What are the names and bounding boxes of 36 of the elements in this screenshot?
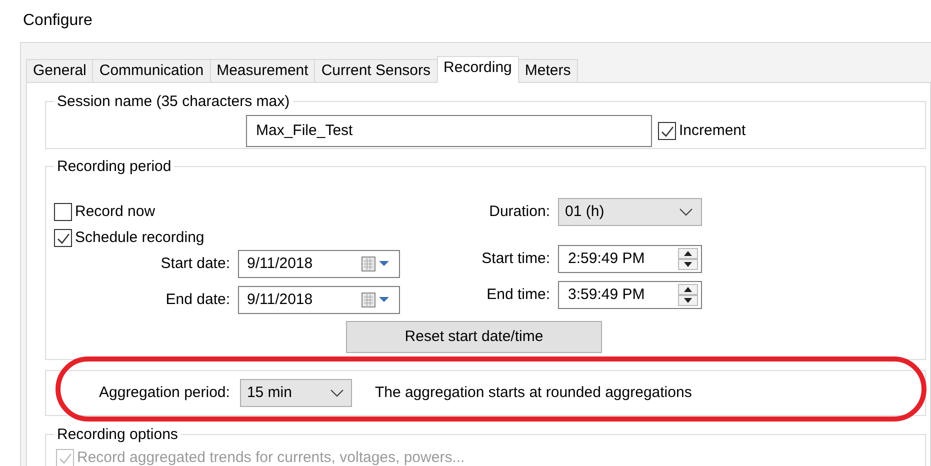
check-icon — [660, 126, 674, 136]
chevron-down-icon — [330, 389, 344, 397]
field-label: Duration: — [488, 202, 551, 222]
chevron-down-icon — [679, 208, 693, 216]
calendar-dropdown-icon[interactable] — [361, 256, 391, 272]
field-label: End date: — [164, 290, 231, 310]
date-field[interactable]: 9/11/2018 — [238, 250, 400, 278]
time-field[interactable]: 3:59:49 PM — [558, 281, 702, 309]
time-field[interactable]: 2:59:49 PM — [558, 245, 702, 273]
check-icon — [58, 452, 72, 464]
field-label: Start time: — [480, 248, 551, 269]
spinner-icon[interactable] — [678, 248, 698, 270]
window-title: Configure — [23, 11, 92, 31]
group-legend: Recording options — [54, 426, 181, 443]
checkbox[interactable] — [658, 122, 676, 140]
checkbox-label: Schedule recording — [75, 228, 204, 248]
session-name-field[interactable]: Max_File_Test — [246, 115, 652, 147]
spinner-icon[interactable] — [678, 284, 698, 306]
aggregation-dropdown[interactable]: 15 min — [240, 379, 352, 407]
field-label: Aggregation period: — [99, 382, 230, 403]
checkbox-label: Increment — [679, 120, 746, 141]
check-icon — [56, 232, 70, 244]
checkbox-label: Record now — [75, 202, 156, 222]
reset-button[interactable]: Reset start date/time — [346, 321, 602, 353]
calendar-dropdown-icon[interactable] — [361, 292, 391, 308]
tab[interactable]: General — [26, 59, 94, 83]
checkbox[interactable] — [54, 203, 72, 221]
checkbox[interactable] — [54, 229, 72, 247]
date-field[interactable]: 9/11/2018 — [238, 286, 400, 314]
duration-dropdown[interactable]: 01 (h) — [558, 198, 702, 226]
tab[interactable]: Meters — [518, 59, 578, 83]
checkbox-label: Record aggregated trends for currents, voltages, powers... — [77, 448, 465, 466]
field-label: End time: — [486, 284, 551, 305]
aggregation-note: The aggregation starts at rounded aggregations — [374, 382, 692, 403]
tab[interactable]: Recording — [436, 56, 519, 83]
field-label: Start date: — [160, 254, 231, 274]
